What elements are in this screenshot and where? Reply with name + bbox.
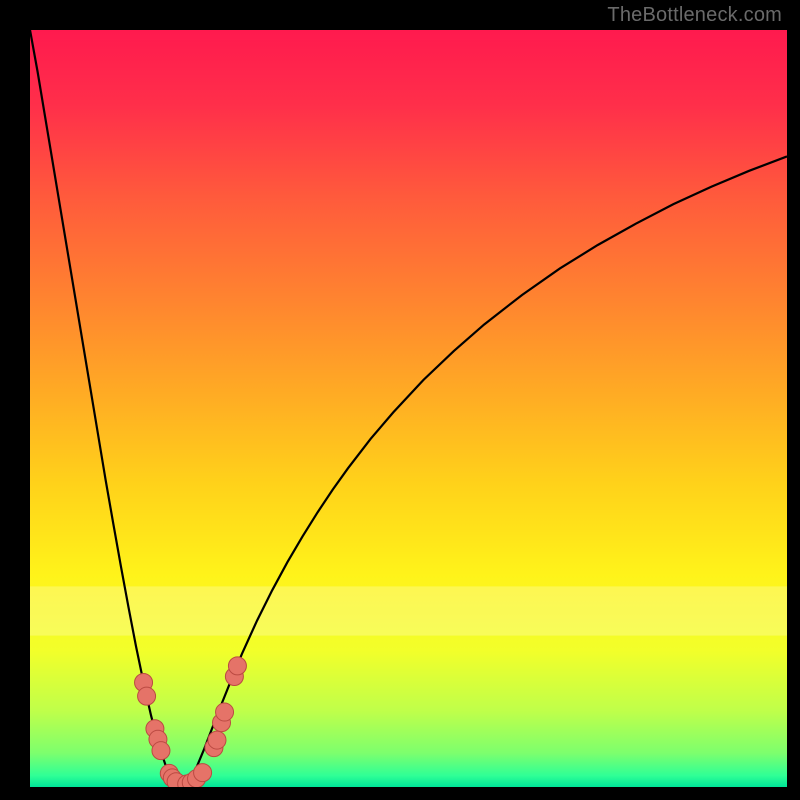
pale-band	[30, 586, 787, 635]
curve-marker	[194, 764, 212, 782]
attribution-label: TheBottleneck.com	[607, 4, 782, 27]
chart-svg	[30, 30, 787, 787]
curve-marker	[138, 687, 156, 705]
chart-frame: TheBottleneck.com	[0, 0, 800, 800]
curve-marker	[216, 703, 234, 721]
curve-marker	[228, 657, 246, 675]
plot-area	[30, 30, 787, 787]
curve-marker	[208, 731, 226, 749]
curve-marker	[152, 742, 170, 760]
